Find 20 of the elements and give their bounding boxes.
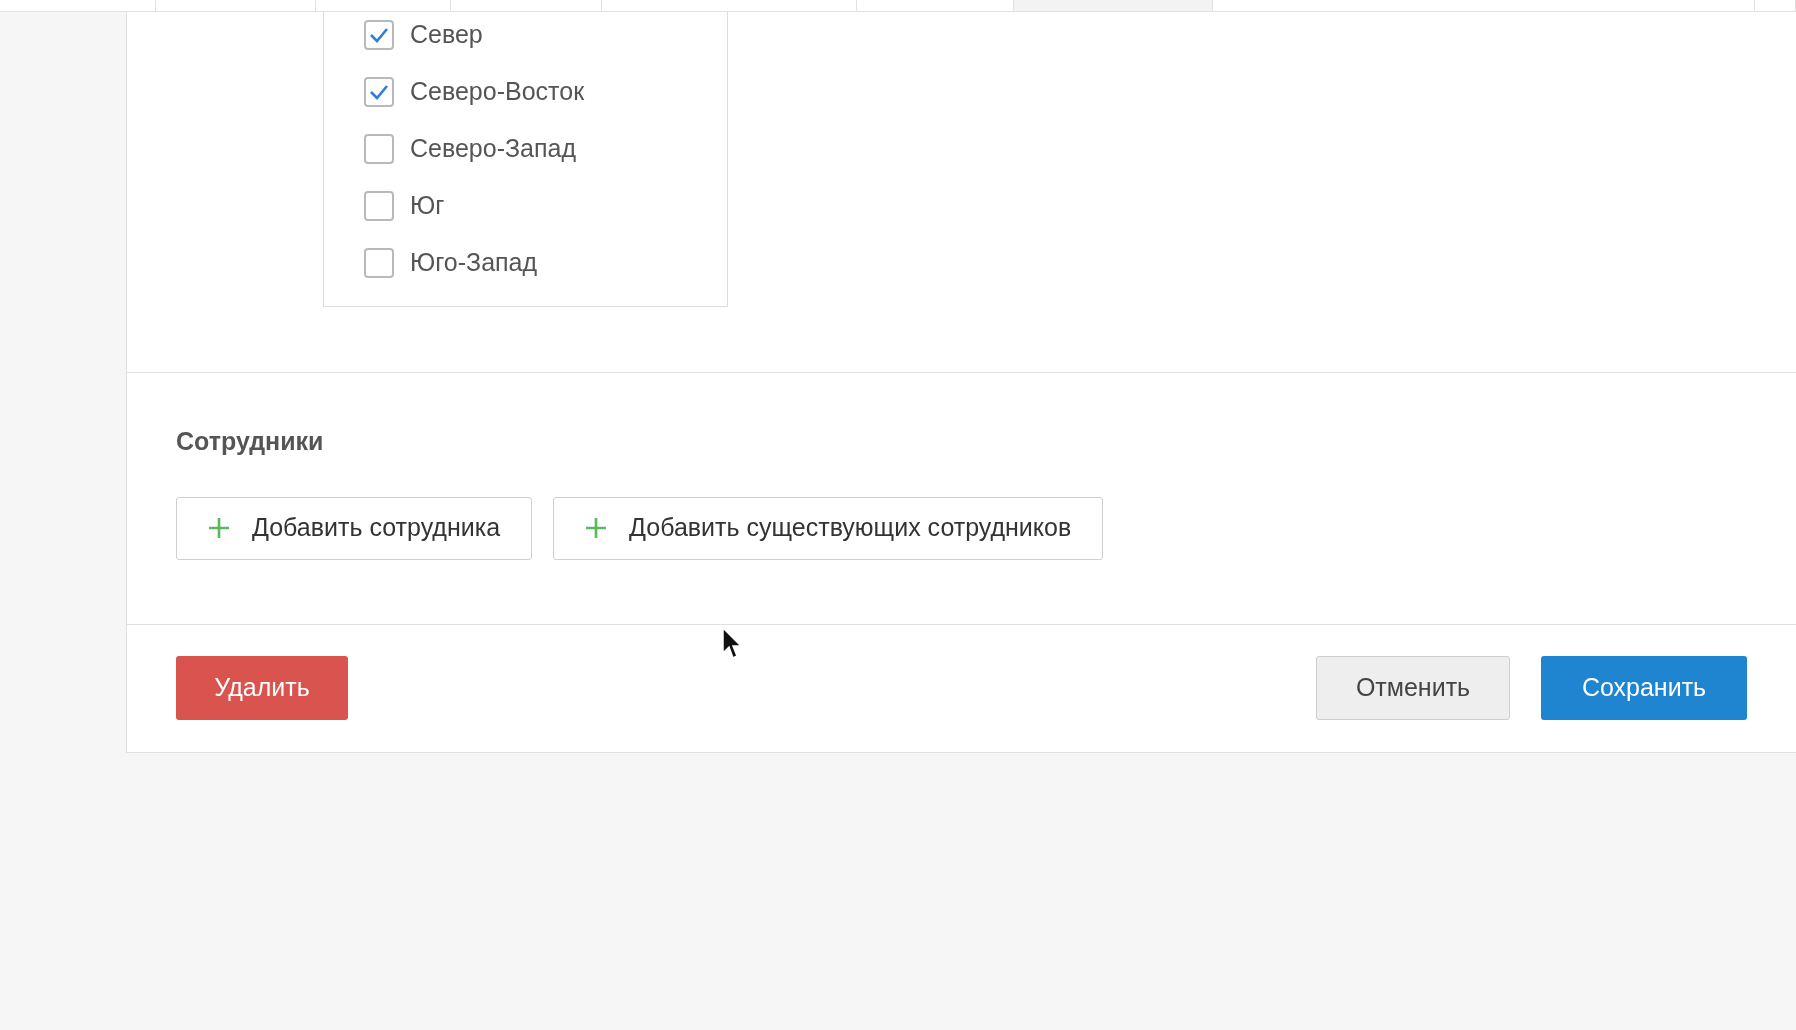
- checkbox-label: Юг: [410, 190, 445, 222]
- add-employee-button[interactable]: Добавить существующих сотрудников: [553, 496, 1104, 560]
- checkbox[interactable]: [364, 248, 394, 278]
- save-button[interactable]: Сохранить: [1541, 655, 1747, 720]
- checkbox-label: Юго-Запад: [410, 247, 538, 279]
- cancel-button[interactable]: Отменить: [1316, 655, 1510, 720]
- delete-button[interactable]: Удалить: [176, 655, 348, 720]
- section-title: Сотрудники: [176, 426, 325, 457]
- checkbox[interactable]: [364, 134, 394, 164]
- checkbox-label: Северо-Запад: [410, 133, 577, 165]
- checkbox[interactable]: [364, 191, 394, 221]
- checkbox[interactable]: [364, 77, 394, 107]
- checkbox-label: Северо-Восток: [410, 76, 585, 108]
- checkbox[interactable]: [364, 20, 394, 50]
- plus-icon: [208, 517, 230, 539]
- check-icon: [369, 27, 389, 43]
- check-icon: [369, 84, 389, 100]
- plus-icon: [585, 517, 608, 539]
- add-employee-button[interactable]: Добавить сотрудника: [176, 496, 533, 560]
- checkbox-label: Север: [410, 19, 483, 51]
